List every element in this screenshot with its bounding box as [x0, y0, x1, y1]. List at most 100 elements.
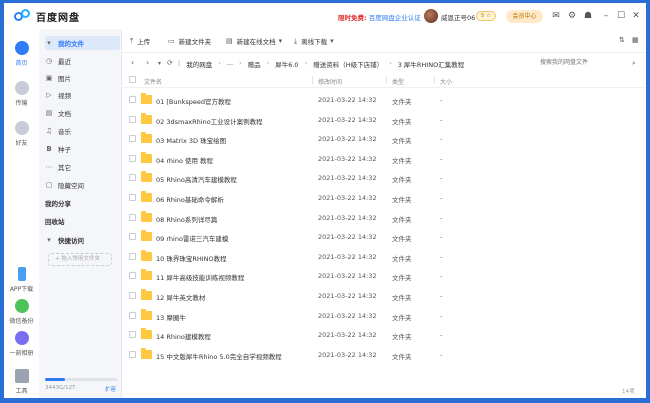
table-row[interactable]: 06 Rhino基础命令解析 2021-03-22 14:32 文件夹 - — [122, 188, 646, 208]
search-icon[interactable]: ⌕ — [632, 59, 636, 68]
row-checkbox[interactable] — [129, 350, 136, 358]
row-checkbox[interactable] — [129, 115, 136, 123]
file-name[interactable]: 14 Rhino建模教程 — [156, 331, 211, 341]
rail-app-download[interactable]: APP下载 — [4, 267, 39, 293]
add-quick-folder-button[interactable]: + 拖入常用文件夹 — [48, 253, 112, 266]
expand-storage-link[interactable]: 扩容 — [105, 385, 116, 393]
table-row[interactable]: 14 Rhino建模教程 2021-03-22 14:32 文件夹 - — [122, 325, 646, 345]
nav-item-videos[interactable]: ▷ 视频 — [45, 88, 120, 102]
row-checkbox[interactable] — [129, 272, 136, 280]
nav-item-recent[interactable]: ◷ 最近 — [45, 54, 120, 68]
nav-recycle-bin[interactable]: 回收站 — [45, 214, 120, 228]
folder-icon — [141, 112, 152, 124]
maximize-icon[interactable]: ☐ — [615, 10, 627, 22]
nav-item-other[interactable]: ⋯ 其它 — [45, 160, 120, 174]
nav-quick-access[interactable]: ▾ 快捷访问 — [45, 233, 120, 247]
rail-home[interactable]: 首页 — [4, 41, 39, 67]
nav-item-hidden-space[interactable]: ▢ 隐藏空间 — [45, 178, 120, 192]
search-input[interactable] — [540, 57, 640, 69]
breadcrumb-item[interactable]: 我的网盘 — [186, 59, 212, 69]
username[interactable]: 威恩正号06 — [441, 12, 475, 22]
nav-item-torrents[interactable]: B 种子 — [45, 142, 120, 156]
gear-icon[interactable]: ⚙ — [566, 10, 578, 22]
breadcrumb-item[interactable]: ... — [227, 59, 233, 69]
file-name[interactable]: 13 摩圈牛 — [156, 312, 186, 322]
row-checkbox[interactable] — [129, 331, 136, 339]
table-row[interactable]: 10 珠界珠宝RHINO教程 2021-03-22 14:32 文件夹 - — [122, 247, 646, 267]
table-row[interactable]: 01 [Bunkspeed官方教程 2021-03-22 14:32 文件夹 - — [122, 90, 646, 110]
nav-my-files[interactable]: ▾ 我的文件 — [45, 36, 120, 50]
grid-view-icon: ▦ — [632, 36, 639, 44]
table-row[interactable]: 11 犀牛高级技能训练视频教程 2021-03-22 14:32 文件夹 - — [122, 266, 646, 286]
nav-my-share[interactable]: 我的分享 — [45, 196, 120, 210]
file-name[interactable]: 15 中文版犀牛Rhino 5.0完全自学视频教程 — [156, 351, 282, 361]
file-name[interactable]: 02 3dsmaxRhino工业设计案例教程 — [156, 116, 263, 126]
row-checkbox[interactable] — [129, 233, 136, 241]
row-checkbox[interactable] — [129, 174, 136, 182]
select-all-checkbox[interactable] — [129, 76, 136, 83]
rail-tools[interactable]: 工具 — [4, 369, 39, 395]
table-row[interactable]: 02 3dsmaxRhino工业设计案例教程 2021-03-22 14:32 文件… — [122, 110, 646, 130]
caret-down-icon: ▾ — [47, 236, 51, 244]
rail-album[interactable]: 一刻相册 — [4, 331, 39, 357]
row-checkbox[interactable] — [129, 213, 136, 221]
row-checkbox[interactable] — [129, 292, 136, 299]
file-name[interactable]: 09 rhino雷诺三汽车建模 — [156, 233, 228, 243]
row-checkbox[interactable] — [129, 311, 136, 319]
table-row[interactable]: 09 rhino雷诺三汽车建模 2021-03-22 14:32 文件夹 - — [122, 227, 646, 247]
row-checkbox[interactable] — [129, 154, 136, 162]
table-row[interactable]: 12 犀牛英文教材 2021-03-22 14:32 文件夹 - — [122, 286, 646, 306]
nav-item-docs[interactable]: ▤ 文档 — [45, 106, 120, 120]
upload-button[interactable]: ⤒ 上传 — [130, 36, 150, 47]
column-name[interactable]: 文件名 — [144, 77, 162, 86]
promo-link[interactable]: 限时免费: 百度网盘企业认证 — [338, 12, 421, 22]
file-name[interactable]: 03 Matrix 3D 珠宝绘图 — [156, 135, 226, 145]
sort-button[interactable]: ⇅ — [619, 36, 629, 44]
rail-transfer[interactable]: 传输 — [4, 81, 39, 107]
file-name[interactable]: 11 犀牛高级技能训练视频教程 — [156, 272, 244, 282]
table-row[interactable]: 03 Matrix 3D 珠宝绘图 2021-03-22 14:32 文件夹 - — [122, 129, 646, 149]
table-row[interactable]: 08 Rhino系列详尽篇 2021-03-22 14:32 文件夹 - — [122, 208, 646, 228]
breadcrumb-item[interactable]: 3 犀牛RHINO汇集教程 — [398, 59, 465, 69]
mail-icon[interactable]: ✉ — [550, 10, 562, 22]
row-checkbox[interactable] — [129, 96, 136, 103]
column-size[interactable]: 大小 — [440, 77, 452, 86]
history-dropdown-icon[interactable]: ▾ — [158, 60, 161, 67]
view-toggle-button[interactable]: ▦ — [632, 36, 643, 44]
column-time[interactable]: 修改时间 — [318, 77, 342, 86]
file-name[interactable]: 04 rhino 使用 教程 — [156, 155, 213, 165]
column-type[interactable]: 类型 — [392, 77, 404, 86]
breadcrumb-item[interactable]: 赠送资料（H级下店铺） — [313, 59, 383, 69]
vip-badge[interactable]: 5 ☆ — [476, 11, 496, 21]
row-checkbox[interactable] — [129, 135, 136, 143]
new-folder-button[interactable]: ▭ 新建文件夹 — [168, 36, 211, 46]
rail-wechat-backup[interactable]: 微信备份 — [4, 299, 39, 325]
rail-friends[interactable]: 好友 — [4, 121, 39, 147]
file-name[interactable]: 01 [Bunkspeed官方教程 — [156, 96, 231, 106]
file-name[interactable]: 08 Rhino系列详尽篇 — [156, 214, 217, 224]
row-checkbox[interactable] — [129, 252, 136, 260]
back-icon[interactable]: ‹ — [131, 58, 134, 67]
table-row[interactable]: 04 rhino 使用 教程 2021-03-22 14:32 文件夹 - — [122, 149, 646, 169]
row-checkbox[interactable] — [129, 194, 136, 201]
table-row[interactable]: 05 Rhino高清汽车建模教程 2021-03-22 14:32 文件夹 - — [122, 168, 646, 188]
new-online-doc-button[interactable]: ▤ 新建在线文档 ▾ — [226, 36, 286, 46]
nav-item-images[interactable]: ▣ 图片 — [45, 71, 120, 85]
offline-download-button[interactable]: ⤓ 离线下载 ▾ — [294, 36, 338, 47]
forward-icon[interactable]: › — [146, 58, 149, 67]
close-icon[interactable]: ✕ — [630, 10, 642, 22]
refresh-icon[interactable]: ⟳ — [167, 59, 173, 67]
avatar[interactable] — [424, 9, 438, 23]
minimize-icon[interactable]: – — [600, 10, 612, 22]
breadcrumb-item[interactable]: 赠品 — [248, 59, 261, 69]
file-name[interactable]: 12 犀牛英文教材 — [156, 292, 205, 302]
file-name[interactable]: 06 Rhino基础命令解析 — [156, 194, 224, 204]
table-row[interactable]: 15 中文版犀牛Rhino 5.0完全自学视频教程 2021-03-22 14:3… — [122, 345, 646, 365]
nav-item-music[interactable]: ♫ 音乐 — [45, 124, 120, 138]
breadcrumb-item[interactable]: 犀牛6.0 — [275, 59, 298, 69]
member-center-button[interactable]: 会员中心 — [506, 10, 543, 23]
file-name[interactable]: 05 Rhino高清汽车建模教程 — [156, 174, 237, 184]
table-row[interactable]: 13 摩圈牛 2021-03-22 14:32 文件夹 - — [122, 306, 646, 326]
file-name[interactable]: 10 珠界珠宝RHINO教程 — [156, 253, 227, 263]
shirt-icon[interactable]: ☗ — [582, 10, 594, 22]
